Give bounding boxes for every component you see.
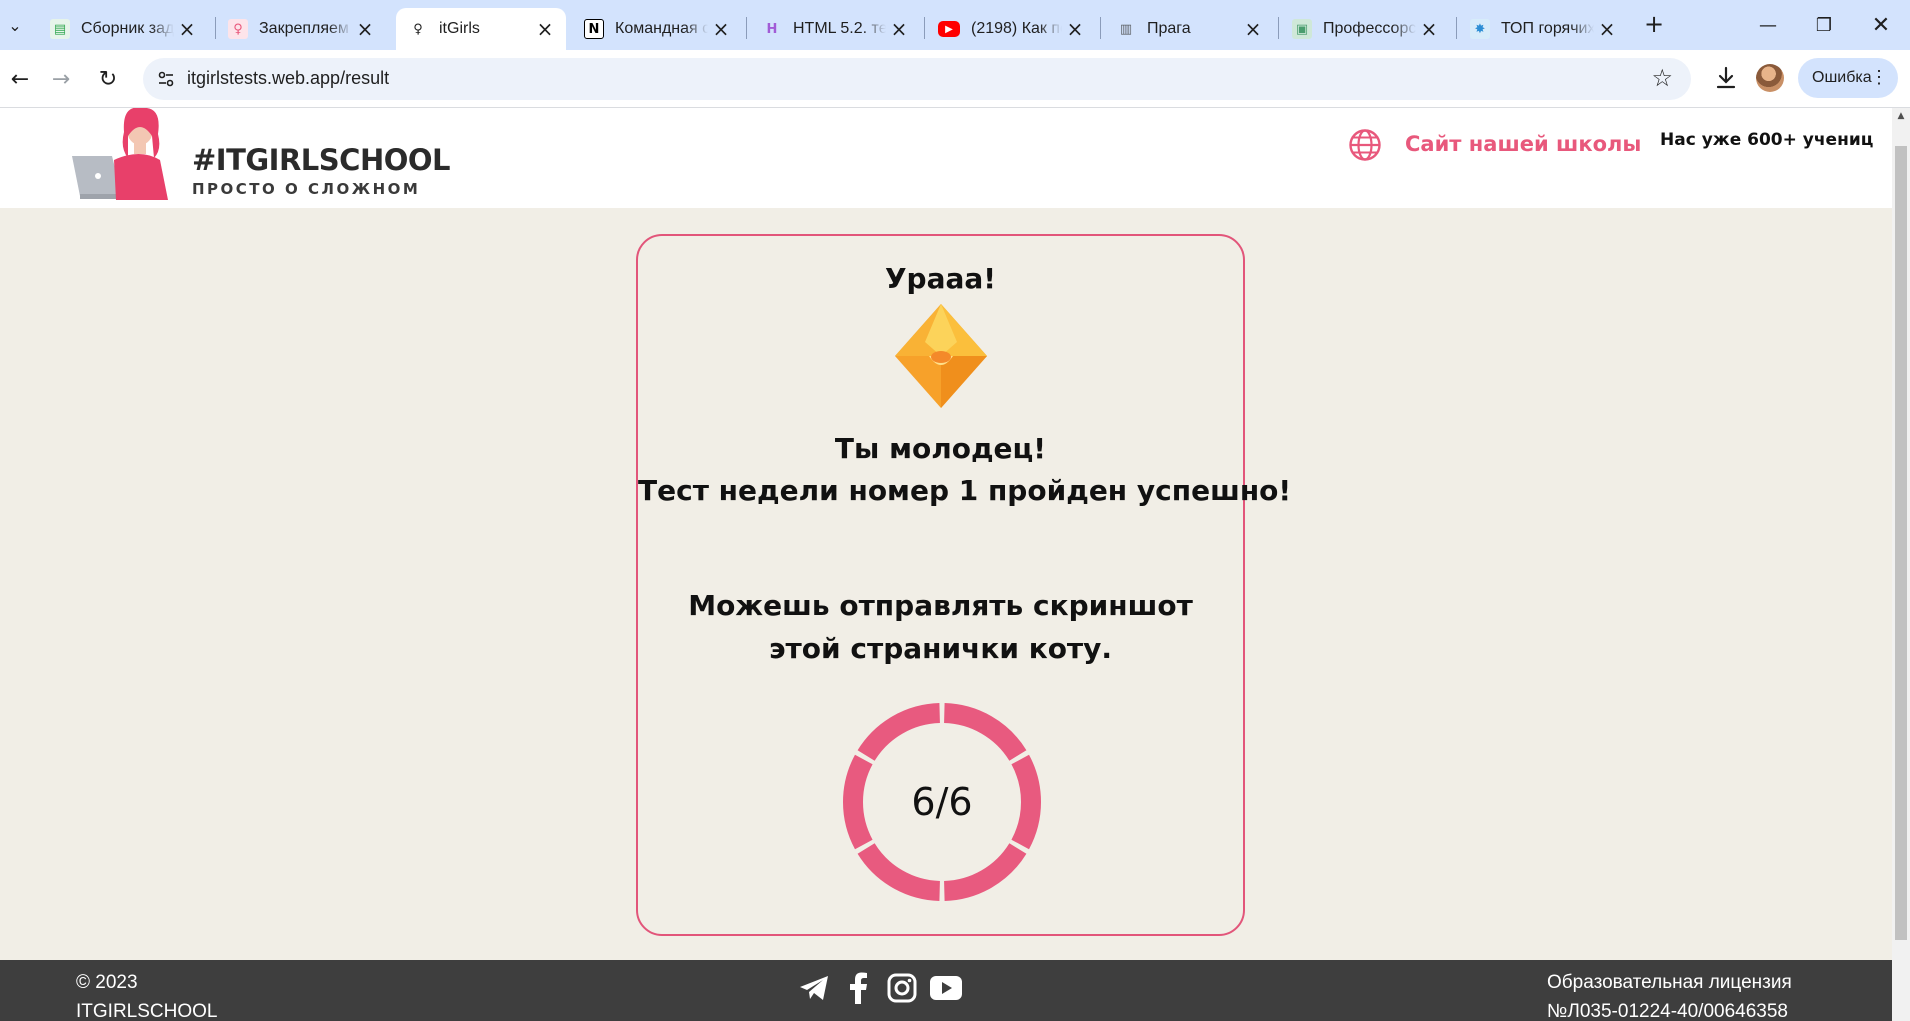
tab-separator: [746, 17, 747, 39]
tab-5[interactable]: H HTML 5.2. теги ×: [750, 8, 920, 50]
social-links: [798, 972, 962, 1004]
logo-subtitle: ПРОСТО О СЛОЖНОМ: [192, 180, 421, 198]
close-tab-icon[interactable]: ×: [1066, 17, 1084, 41]
itgirls-icon: ♀: [228, 19, 248, 39]
bookmark-star-icon[interactable]: ☆: [1651, 64, 1673, 92]
facebook-icon[interactable]: [842, 972, 874, 1004]
download-icon[interactable]: [1712, 63, 1740, 93]
close-tab-icon[interactable]: ×: [1598, 17, 1616, 41]
close-tab-icon[interactable]: ×: [1420, 17, 1438, 41]
page-viewport: #ITGIRLSCHOOL ПРОСТО О СЛОЖНОМ Сайт наше…: [0, 108, 1892, 1021]
youtube-icon[interactable]: [930, 972, 962, 1004]
scrollbar-thumb[interactable]: [1895, 146, 1907, 940]
tab-search-chevron-icon[interactable]: ⌄: [0, 12, 30, 38]
itgirls-icon: ♀: [413, 21, 423, 37]
url-text[interactable]: itgirlstests.web.app/result: [187, 68, 389, 89]
tab-separator: [924, 17, 925, 39]
star-burst-icon: ✸: [1470, 19, 1490, 39]
close-tab-icon[interactable]: ×: [178, 17, 196, 41]
score-text: 6/6: [911, 780, 973, 824]
footer-license: Образовательная лицензия №Л035-01224-40/…: [1547, 972, 1792, 1021]
close-tab-icon[interactable]: ×: [712, 17, 730, 41]
tab-2[interactable]: ♀ Закрепляем знания ×: [216, 8, 386, 50]
score-donut: 6/6: [840, 700, 1044, 904]
tab-strip: ⌄ ▤ Сборник задач × ♀ Закрепляем знания …: [0, 0, 1910, 50]
tab-active[interactable]: ♀ itGirls ×: [396, 8, 566, 50]
book-icon: ▤: [50, 19, 70, 39]
picture-icon: ▣: [1292, 19, 1312, 39]
browser-toolbar: ← → ↻ itgirlstests.web.app/result ☆ Ошиб…: [0, 50, 1910, 108]
minimize-button[interactable]: —: [1745, 10, 1791, 40]
result-card: Урааа! Ты молодец! Тест недели номер 1 п…: [636, 234, 1292, 936]
telegram-icon[interactable]: [798, 972, 830, 1004]
result-title: Урааа!: [884, 262, 997, 295]
close-tab-icon[interactable]: ×: [1244, 17, 1262, 41]
notion-icon: N: [584, 19, 604, 39]
tab-separator: [1278, 17, 1279, 39]
tab-separator: [1100, 17, 1101, 39]
tab-4[interactable]: N Командная строка ×: [572, 8, 742, 50]
instagram-icon[interactable]: [886, 972, 918, 1004]
scroll-up-arrow-icon[interactable]: ▲: [1896, 111, 1906, 121]
logo-title[interactable]: #ITGIRLSCHOOL: [192, 143, 451, 177]
site-header: #ITGIRLSCHOOL ПРОСТО О СЛОЖНОМ Сайт наше…: [0, 108, 1892, 208]
profile-error-button[interactable]: Ошибка ⋮: [1798, 58, 1898, 98]
more-menu-icon[interactable]: ⋮: [1870, 66, 1888, 88]
globe-icon[interactable]: [1348, 128, 1382, 162]
tab-6[interactable]: ▶ (2198) Как попасть ×: [926, 8, 1096, 50]
reload-button[interactable]: ↻: [93, 64, 123, 94]
new-tab-button[interactable]: +: [1640, 10, 1668, 38]
htmlbook-icon: H: [766, 21, 778, 37]
crystal-icon: [893, 302, 989, 410]
page-scrollbar[interactable]: ▲: [1892, 108, 1910, 1021]
close-tab-icon[interactable]: ×: [890, 17, 908, 41]
restore-button[interactable]: ❐: [1801, 10, 1847, 40]
screenshot-hint-text: Можешь отправлять скриншот этой страничк…: [688, 589, 1193, 665]
students-count: Нас уже 600+ учениц: [1660, 130, 1874, 150]
test-passed-text: Тест недели номер 1 пройден успешно!: [638, 474, 1292, 507]
tab-9[interactable]: ✸ ТОП горячих ×: [1458, 8, 1628, 50]
close-tab-icon[interactable]: ×: [536, 17, 554, 41]
congrats-text: Ты молодец!: [834, 432, 1047, 465]
tab-separator: [1456, 17, 1457, 39]
close-window-button[interactable]: ✕: [1858, 10, 1904, 40]
tab-7[interactable]: ▥ Прага ×: [1104, 8, 1274, 50]
profile-avatar[interactable]: [1756, 64, 1784, 92]
address-bar[interactable]: itgirlstests.web.app/result ☆: [143, 58, 1691, 100]
itgirl-logo-illustration: [70, 108, 180, 204]
site-footer: © 2023 ITGIRLSCHOOL Образовательная лице…: [0, 960, 1892, 1021]
school-site-link[interactable]: Сайт нашей школы: [1405, 132, 1641, 156]
site-settings-icon[interactable]: [153, 66, 179, 92]
tab-8[interactable]: ▣ Профессорская ×: [1280, 8, 1450, 50]
back-button[interactable]: ←: [5, 64, 35, 94]
tab-1[interactable]: ▤ Сборник задач ×: [38, 8, 208, 50]
forward-button[interactable]: →: [46, 64, 76, 94]
city-icon: ▥: [1119, 21, 1133, 37]
youtube-icon: ▶: [938, 21, 960, 37]
close-tab-icon[interactable]: ×: [356, 17, 374, 41]
footer-copyright: © 2023 ITGIRLSCHOOL: [76, 972, 218, 1021]
